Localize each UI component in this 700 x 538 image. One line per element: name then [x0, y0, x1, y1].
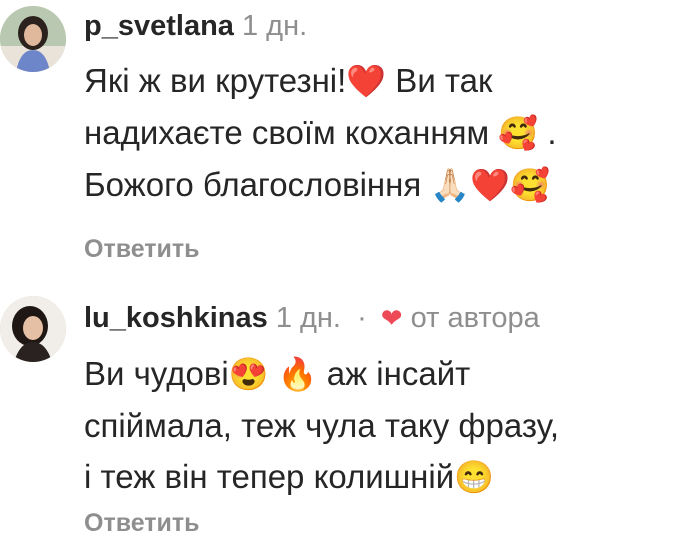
- avatar-image: [0, 6, 66, 72]
- username[interactable]: p_svetlana: [84, 10, 234, 42]
- comment-meta: p_svetlana 1 дн.: [84, 8, 307, 44]
- comment-line: і теж він тепер колишній😁: [84, 451, 684, 503]
- avatar-image: [0, 296, 66, 362]
- comment-meta: lu_koshkinas 1 дн. · ❤ от автора: [84, 300, 540, 336]
- separator-dot: ·: [357, 302, 367, 334]
- reply-button[interactable]: Ответить: [84, 234, 200, 264]
- heart-icon: ❤: [380, 303, 403, 333]
- heart-emoji: ❤️: [346, 63, 387, 99]
- username[interactable]: lu_koshkinas: [84, 302, 268, 334]
- grinning-emoji: 😁: [454, 459, 494, 495]
- heart-eyes-emoji: 😍: [228, 356, 269, 392]
- timestamp: 1 дн.: [241, 10, 308, 42]
- timestamp: 1 дн.: [275, 302, 341, 334]
- author-label: от автора: [410, 302, 540, 334]
- avatar[interactable]: [0, 296, 66, 362]
- avatar[interactable]: [0, 6, 66, 72]
- comment-text: Які ж ви крутезні!❤️ Ви так надихаєте св…: [84, 55, 684, 211]
- comment-line: Які ж ви крутезні!❤️ Ви так: [84, 55, 684, 107]
- heart-emoji: ❤️: [470, 167, 511, 203]
- smiling-face-with-hearts-emoji: 🥰: [510, 167, 550, 203]
- fire-emoji: 🔥: [277, 356, 318, 392]
- comment-line: Божого благословіння 🙏🏻❤️🥰: [84, 159, 684, 211]
- comment-line: Ви чудові😍 🔥 аж інсайт: [84, 348, 684, 400]
- comment-line: надихаєте своїм коханням 🥰 .: [84, 107, 684, 159]
- comment-line: спіймала, теж чула таку фразу,: [84, 407, 560, 444]
- smiling-face-with-hearts-emoji: 🥰: [498, 115, 539, 151]
- comment-text: Ви чудові😍 🔥 аж інсайт спіймала, теж чул…: [84, 348, 684, 503]
- folded-hands-emoji: 🙏🏻: [430, 167, 471, 203]
- reply-button[interactable]: Ответить: [84, 508, 200, 538]
